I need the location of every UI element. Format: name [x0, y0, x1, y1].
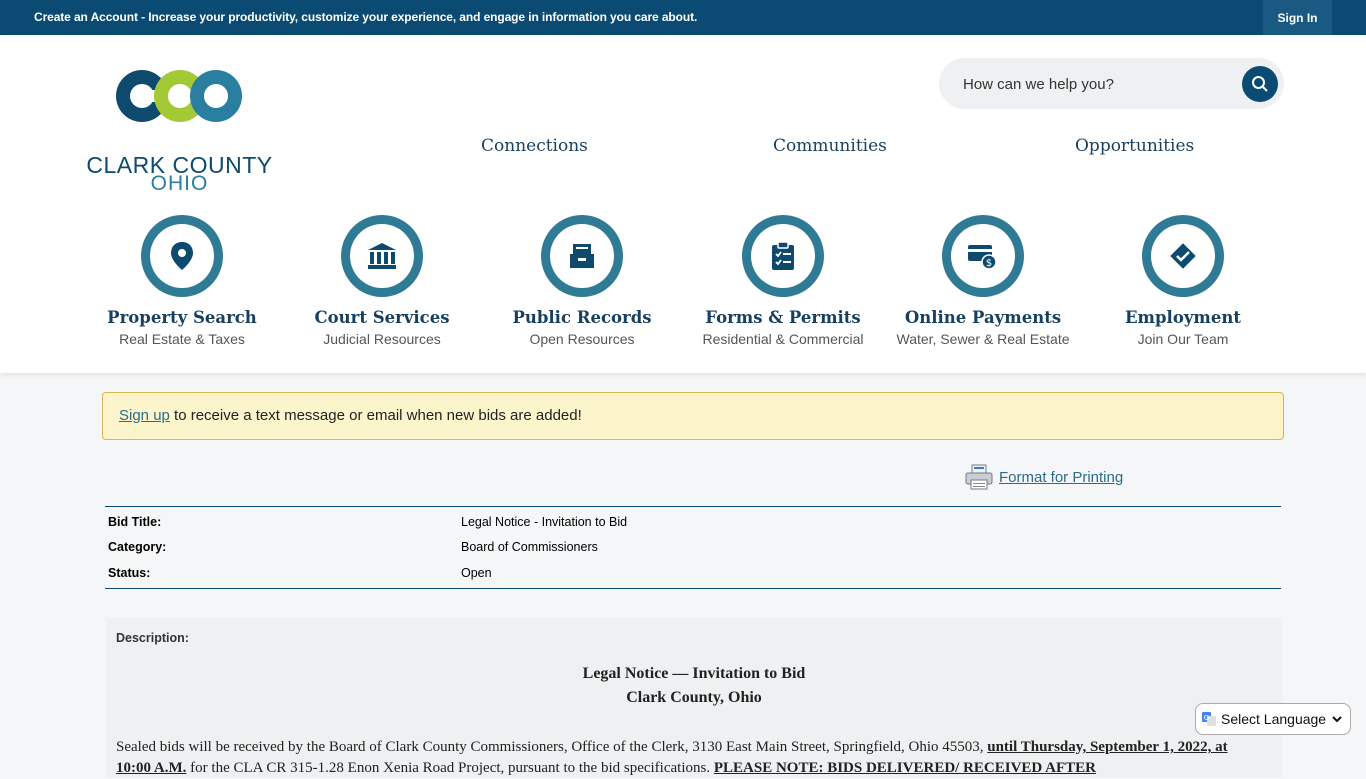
site-header: CLARK COUNTY OHIO Connections Communitie…	[0, 35, 1366, 373]
tile-title: Public Records	[512, 308, 652, 327]
site-search	[939, 58, 1284, 109]
format-for-printing-link[interactable]: Format for Printing	[965, 462, 1123, 492]
google-translate-icon: G	[1202, 712, 1216, 726]
description-label: Description:	[116, 631, 189, 645]
bid-notification-alert: Sign up to receive a text message or ema…	[102, 392, 1284, 440]
create-account-text: - Increase your productivity, customize …	[137, 10, 698, 24]
nav-connections[interactable]: Connections	[481, 136, 588, 156]
bid-info-table: Bid Title: Legal Notice - Invitation to …	[105, 506, 1281, 589]
clipboard-icon	[772, 241, 794, 270]
tile-online-payments[interactable]: $ Online Payments Water, Sewer & Real Es…	[883, 215, 1083, 347]
checkmark-badge-icon	[1170, 243, 1196, 269]
logo-text-ohio: OHIO	[150, 172, 209, 195]
table-row: Category: Board of Commissioners	[105, 540, 1281, 562]
row-key: Bid Title:	[108, 515, 162, 529]
payment-card-icon: $	[968, 245, 997, 270]
row-value: Open	[461, 566, 492, 580]
bid-description: Description: Legal Notice — Invitation t…	[106, 618, 1282, 778]
select-language-dropdown[interactable]: G Select Language	[1195, 703, 1351, 735]
description-subheading: Clark County, Ohio	[626, 689, 762, 706]
alert-message: to receive a text message or email when …	[169, 407, 582, 424]
tile-subtitle: Join Our Team	[1137, 331, 1229, 347]
row-value: Board of Commissioners	[461, 540, 598, 554]
top-bar: Create an Account - Increase your produc…	[0, 0, 1366, 35]
search-icon	[1252, 76, 1268, 92]
nav-opportunities[interactable]: Opportunities	[1075, 136, 1194, 156]
table-row: Bid Title: Legal Notice - Invitation to …	[105, 515, 1281, 537]
public-records-badge	[541, 215, 623, 297]
printer-icon	[965, 464, 993, 490]
tile-court-services[interactable]: Court Services Judicial Resources	[282, 215, 482, 347]
sign-up-link[interactable]: Sign up	[119, 407, 170, 424]
select-language-label: Select Language	[1221, 711, 1327, 727]
chevron-down-icon	[1332, 716, 1342, 723]
courthouse-icon	[368, 243, 396, 269]
tile-property-search[interactable]: Property Search Real Estate & Taxes	[82, 215, 282, 347]
print-label: Format for Printing	[999, 468, 1124, 486]
court-services-badge	[341, 215, 423, 297]
tile-employment[interactable]: Employment Join Our Team	[1083, 215, 1283, 347]
row-value: Legal Notice - Invitation to Bid	[461, 515, 628, 529]
svg-text:G: G	[1204, 714, 1209, 722]
table-row: Status: Open	[105, 566, 1281, 588]
nav-communities[interactable]: Communities	[773, 136, 887, 156]
tile-title: Employment	[1124, 308, 1241, 327]
description-heading: Legal Notice — Invitation to Bid	[582, 665, 806, 682]
sign-in-button[interactable]: Sign In	[1263, 0, 1332, 35]
paragraph-warning: PLEASE NOTE: BIDS DELIVERED/ RECEIVED AF…	[713, 760, 1097, 776]
county-logo[interactable]: CLARK COUNTY OHIO	[82, 60, 277, 195]
tile-forms-permits[interactable]: Forms & Permits Residential & Commercial	[683, 215, 883, 347]
tile-subtitle: Residential & Commercial	[702, 331, 864, 347]
file-box-icon	[570, 244, 594, 268]
forms-permits-badge	[742, 215, 824, 297]
search-button[interactable]	[1242, 66, 1278, 102]
tile-subtitle: Water, Sewer & Real Estate	[896, 331, 1070, 347]
map-pin-icon	[171, 242, 193, 270]
alert-text: Sign up to receive a text message or ema…	[119, 407, 582, 424]
paragraph-text-2: for the CLA CR 315-1.28 Enon Xenia Road …	[186, 760, 714, 776]
create-account-message[interactable]: Create an Account - Increase your produc…	[34, 10, 697, 24]
tile-title: Court Services	[314, 308, 450, 327]
tile-subtitle: Judicial Resources	[323, 331, 441, 347]
create-account-link[interactable]: Create an Account	[34, 10, 138, 24]
logo-rings-icon	[116, 70, 242, 122]
description-paragraph: Sealed bids will be received by the Boar…	[116, 737, 1251, 779]
tile-title: Forms & Permits	[705, 308, 861, 327]
search-input[interactable]	[961, 72, 1235, 96]
tile-title: Online Payments	[904, 308, 1062, 327]
svg-text:$: $	[986, 258, 992, 269]
row-key: Category:	[108, 540, 167, 554]
tile-subtitle: Open Resources	[529, 331, 635, 347]
tile-subtitle: Real Estate & Taxes	[119, 331, 245, 347]
row-key: Status:	[108, 566, 151, 580]
property-search-badge	[141, 215, 223, 297]
tile-title: Property Search	[107, 308, 257, 327]
tile-public-records[interactable]: Public Records Open Resources	[482, 215, 682, 347]
online-payments-badge: $	[942, 215, 1024, 297]
employment-badge	[1142, 215, 1224, 297]
paragraph-text: Sealed bids will be received by the Boar…	[116, 739, 988, 755]
